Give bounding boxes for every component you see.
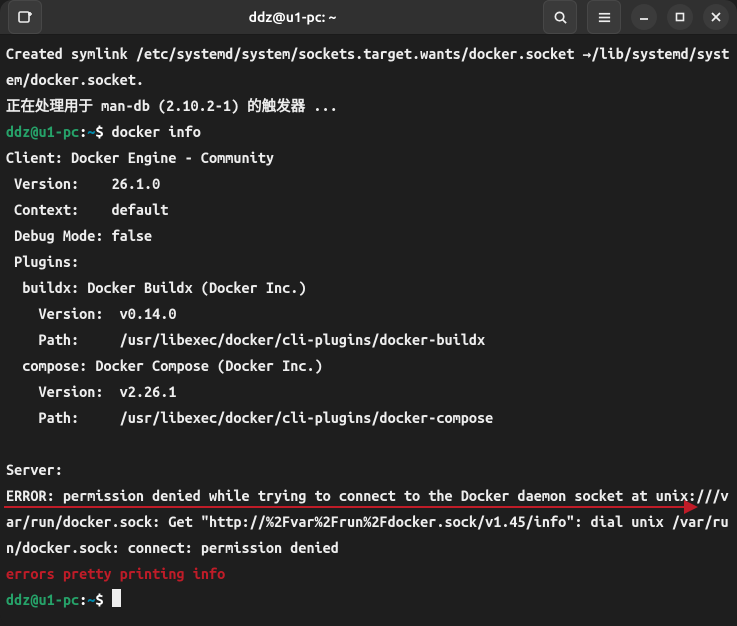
command-text: docker info bbox=[103, 123, 200, 140]
close-button[interactable] bbox=[703, 4, 729, 30]
minimize-icon bbox=[639, 12, 649, 22]
command-text bbox=[103, 591, 111, 608]
cursor bbox=[112, 589, 121, 607]
hamburger-icon bbox=[597, 10, 612, 25]
output-line: Version: 26.1.0 bbox=[6, 175, 160, 192]
titlebar-right bbox=[543, 0, 729, 34]
new-tab-button[interactable] bbox=[8, 0, 42, 34]
prompt-colon: : bbox=[79, 591, 87, 608]
search-button[interactable] bbox=[543, 0, 577, 34]
output-line: 正在处理用于 man-db (2.10.2-1) 的触发器 ... bbox=[6, 97, 338, 114]
prompt-user-host: ddz@u1-pc bbox=[6, 591, 79, 608]
error-summary: errors pretty printing info bbox=[6, 565, 225, 582]
prompt-colon: : bbox=[79, 123, 87, 140]
titlebar-left bbox=[8, 0, 42, 34]
close-icon bbox=[711, 12, 721, 22]
output-line: Created symlink /etc/systemd/system/sock… bbox=[6, 45, 729, 88]
output-line: Context: default bbox=[6, 201, 168, 218]
output-line: Version: v2.26.1 bbox=[6, 383, 177, 400]
new-tab-icon bbox=[17, 9, 33, 25]
output-line: Debug Mode: false bbox=[6, 227, 152, 244]
error-line: ERROR: permission denied while trying to… bbox=[6, 487, 729, 556]
titlebar: ddz@u1-pc: ~ bbox=[0, 0, 737, 35]
search-icon bbox=[553, 10, 568, 25]
output-line: Server: bbox=[6, 461, 63, 478]
maximize-button[interactable] bbox=[667, 4, 693, 30]
output-line: Version: v0.14.0 bbox=[6, 305, 177, 322]
maximize-icon bbox=[675, 12, 685, 22]
terminal-window: ddz@u1-pc: ~ bbox=[0, 0, 737, 626]
output-line: Client: Docker Engine - Community bbox=[6, 149, 274, 166]
terminal-body[interactable]: Created symlink /etc/systemd/system/sock… bbox=[0, 35, 737, 626]
output-line: buildx: Docker Buildx (Docker Inc.) bbox=[6, 279, 306, 296]
menu-button[interactable] bbox=[587, 0, 621, 34]
prompt-user-host: ddz@u1-pc bbox=[6, 123, 79, 140]
minimize-button[interactable] bbox=[631, 4, 657, 30]
output-line: Plugins: bbox=[6, 253, 79, 270]
output-line: Path: /usr/libexec/docker/cli-plugins/do… bbox=[6, 409, 493, 426]
window-title: ddz@u1-pc: ~ bbox=[42, 9, 543, 25]
output-line: Path: /usr/libexec/docker/cli-plugins/do… bbox=[6, 331, 485, 348]
output-line: compose: Docker Compose (Docker Inc.) bbox=[6, 357, 323, 374]
